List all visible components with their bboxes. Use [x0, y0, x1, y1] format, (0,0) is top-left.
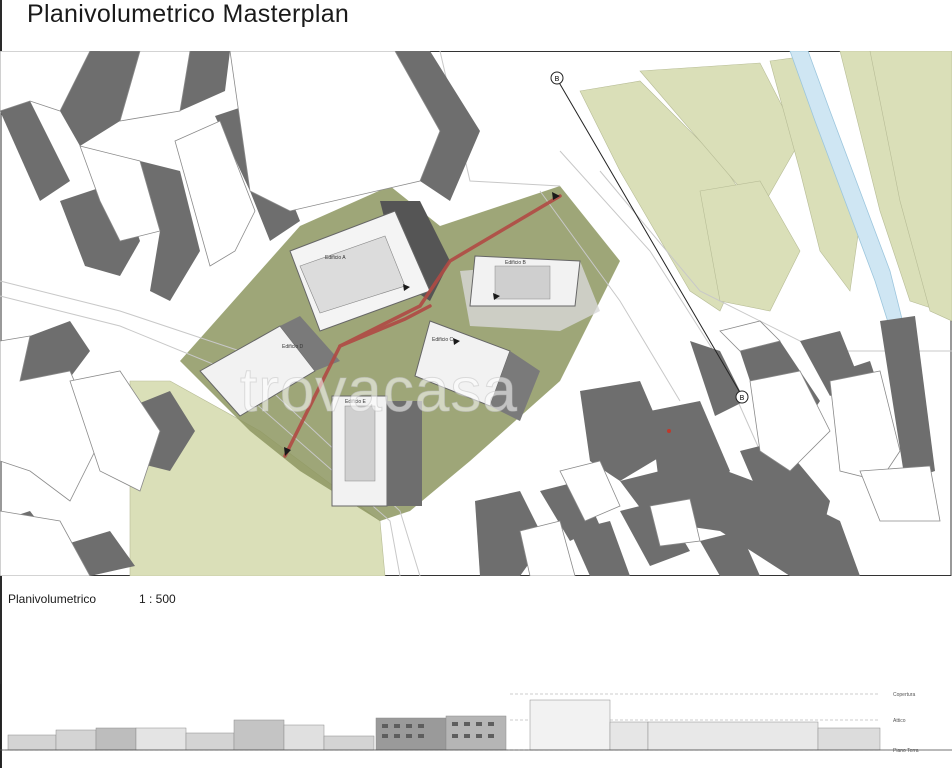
level-label-ground: Piano Terra — [893, 748, 919, 754]
building-label-d: Edificio D — [282, 344, 304, 350]
page-title: Planivolumetrico Masterplan — [27, 0, 350, 28]
watermark: trovacasa — [240, 356, 518, 425]
drawing-caption: Planivolumetrico — [8, 592, 97, 606]
drawing-scale: 1 : 500 — [139, 592, 176, 606]
masterplan-drawing: Edificio A Edificio B Edificio C Edifici… — [0, 51, 952, 576]
section-elevation: Copertura Attico Piano Terra — [0, 684, 952, 768]
building-label-c: Edificio C — [432, 337, 454, 343]
level-labels: Copertura Attico Piano Terra — [893, 692, 919, 754]
level-label-top: Copertura — [893, 692, 915, 698]
red-point — [667, 429, 671, 433]
building-label-a: Edificio A — [325, 255, 346, 261]
elevation-buildings — [7, 699, 881, 751]
section-marker-top: B — [555, 76, 560, 83]
building-label-b: Edificio B — [505, 260, 527, 266]
section-marker-bottom: B — [740, 395, 745, 402]
level-label-mid: Attico — [893, 718, 906, 724]
